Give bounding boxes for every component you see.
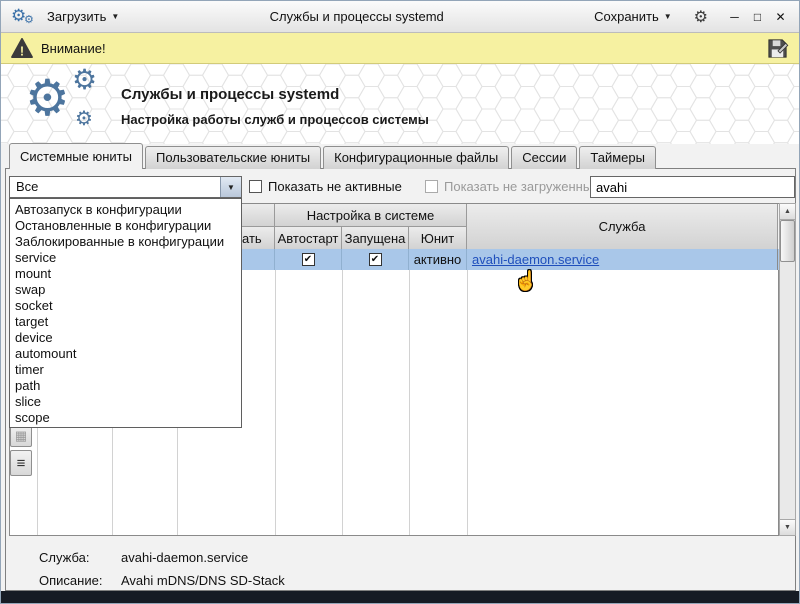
column-header-autostart: Автостарт	[275, 227, 342, 250]
tab-bar: Системные юниты Пользовательские юниты К…	[9, 143, 656, 169]
tab-timers[interactable]: Таймеры	[579, 146, 656, 169]
dropdown-option[interactable]: scope	[10, 410, 241, 426]
gear-icon: ⚙	[72, 66, 97, 94]
scroll-up-button[interactable]: ▲	[780, 204, 795, 220]
save-file-icon[interactable]	[766, 37, 789, 60]
chevron-down-icon: ▼	[111, 12, 119, 21]
warning-bar: ! Внимание!	[1, 33, 799, 64]
dropdown-option[interactable]: Заблокированные в конфигурации	[10, 234, 241, 250]
save-button[interactable]: Сохранить ▼	[590, 7, 676, 26]
dropdown-option[interactable]: automount	[10, 346, 241, 362]
row-cell-service: avahi-daemon.service	[467, 249, 778, 270]
dropdown-option[interactable]: slice	[10, 394, 241, 410]
service-label: Служба:	[39, 550, 121, 565]
combobox-value: Все	[10, 177, 220, 197]
dropdown-option[interactable]: path	[10, 378, 241, 394]
dropdown-option[interactable]: mount	[10, 266, 241, 282]
hand-cursor-icon: ☝	[514, 269, 538, 293]
titlebar: ⚙ ⚙ Загрузить ▼ Службы и процессы system…	[1, 1, 799, 33]
detail-description-row: Описание: Avahi mDNS/DNS SD-Stack	[39, 573, 285, 588]
column-divider	[342, 270, 343, 535]
group-header-system-config: Настройка в системе	[275, 204, 467, 227]
arrow-down-icon: ▼	[784, 524, 791, 531]
dropdown-option[interactable]: Остановленные в конфигурации	[10, 218, 241, 234]
scrollbar-thumb[interactable]	[780, 220, 795, 262]
settings-gear-icon[interactable]: ⚙	[694, 7, 708, 27]
gear-icon: ⚙	[75, 109, 93, 129]
column-header-unit: Юнит	[409, 227, 467, 250]
warning-triangle-icon: !	[11, 38, 33, 58]
service-value: avahi-daemon.service	[121, 550, 248, 565]
dropdown-option[interactable]: swap	[10, 282, 241, 298]
show-unloaded-label: Показать не загруженные	[444, 179, 599, 194]
maximize-button[interactable]: □	[749, 10, 766, 24]
checkbox-checked-icon[interactable]: ✔	[369, 253, 382, 266]
gear-icon: ⚙	[24, 14, 34, 26]
chevron-down-icon: ▼	[227, 183, 235, 192]
vertical-scrollbar[interactable]: ▲ ▼	[779, 203, 796, 536]
detail-service-row: Служба: avahi-daemon.service	[39, 550, 248, 565]
minimize-button[interactable]: ─	[726, 10, 743, 24]
description-label: Описание:	[39, 573, 121, 588]
service-link[interactable]: avahi-daemon.service	[472, 252, 599, 267]
dropdown-option[interactable]: socket	[10, 298, 241, 314]
filter-dropdown-list: Автозапуск в конфигурации Остановленные …	[9, 198, 242, 428]
grid-icon: ▦	[15, 428, 27, 444]
combobox-arrow-button[interactable]: ▼	[220, 177, 241, 197]
dropdown-option[interactable]: timer	[10, 362, 241, 378]
dropdown-option[interactable]: service	[10, 250, 241, 266]
row-cell-running: ✔	[342, 249, 409, 270]
dropdown-option[interactable]: Автозапуск в конфигурации	[10, 202, 241, 218]
save-button-label: Сохранить	[594, 9, 659, 24]
app-icon: ⚙ ⚙	[11, 5, 37, 29]
load-button-label: Загрузить	[47, 9, 106, 24]
dropdown-option[interactable]: target	[10, 314, 241, 330]
tab-sessions[interactable]: Сессии	[511, 146, 577, 169]
app-window: ⚙ ⚙ Загрузить ▼ Службы и процессы system…	[0, 0, 800, 604]
header-banner: ⚙ ⚙ ⚙ Службы и процессы systemd Настройк…	[1, 64, 799, 144]
warning-label: Внимание!	[41, 41, 106, 56]
window-title: Службы и процессы systemd	[129, 9, 584, 24]
row-cell-unit-state: активно	[409, 249, 467, 270]
description-value: Avahi mDNS/DNS SD-Stack	[121, 573, 285, 588]
show-unloaded-checkbox[interactable]: Показать не загруженные	[425, 179, 599, 194]
column-header-running: Запущена	[342, 227, 409, 250]
arrow-up-icon: ▲	[784, 208, 791, 215]
show-inactive-label: Показать не активные	[268, 179, 402, 194]
column-divider	[275, 270, 276, 535]
window-bottom-edge	[1, 591, 799, 604]
svg-text:!: !	[20, 43, 24, 58]
list-icon: ≡	[17, 455, 26, 472]
tab-system-units[interactable]: Системные юниты	[9, 143, 143, 169]
dropdown-option[interactable]: device	[10, 330, 241, 346]
chevron-down-icon: ▼	[664, 12, 672, 21]
column-header-service: Служба	[467, 204, 778, 250]
show-inactive-checkbox[interactable]: Показать не активные	[249, 179, 402, 194]
tab-config-files[interactable]: Конфигурационные файлы	[323, 146, 509, 169]
list-view-button[interactable]: ≡	[10, 450, 32, 476]
close-button[interactable]: ✕	[772, 10, 789, 24]
scroll-down-button[interactable]: ▼	[780, 519, 795, 535]
tab-user-units[interactable]: Пользовательские юниты	[145, 146, 321, 169]
unit-filter-combobox[interactable]: Все ▼	[9, 176, 242, 198]
page-title: Службы и процессы systemd	[121, 86, 339, 103]
checkbox-checked-icon[interactable]: ✔	[302, 253, 315, 266]
column-divider	[467, 270, 468, 535]
checkbox-icon	[425, 180, 438, 193]
checkbox-icon	[249, 180, 262, 193]
load-button[interactable]: Загрузить ▼	[43, 7, 123, 26]
search-input[interactable]	[590, 176, 795, 198]
column-divider	[409, 270, 410, 535]
app-logo: ⚙ ⚙ ⚙	[25, 66, 125, 142]
gear-icon: ⚙	[25, 73, 70, 123]
page-subtitle: Настройка работы служб и процессов систе…	[121, 112, 429, 127]
row-cell-autostart: ✔	[275, 249, 342, 270]
